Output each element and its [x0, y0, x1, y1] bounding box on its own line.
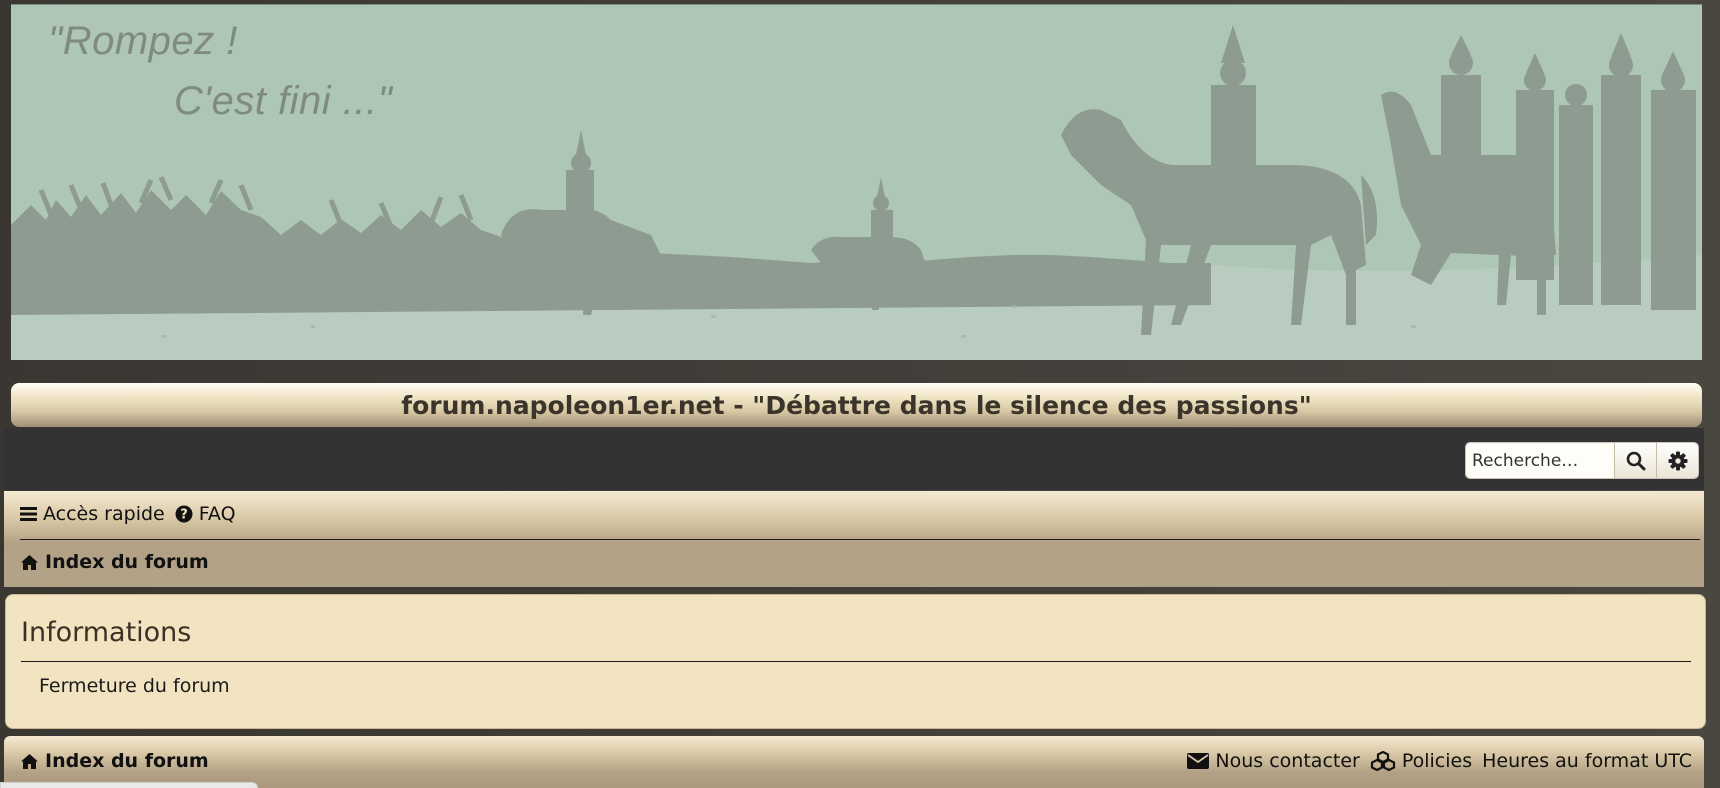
page: "Rompez ! C'est fini ..." forum.napoleon… — [0, 0, 1720, 788]
banner-quote-line1: "Rompez ! — [48, 19, 238, 63]
home-icon — [20, 554, 39, 571]
search-input[interactable] — [1466, 443, 1614, 478]
panel-message: Fermeture du forum — [39, 675, 230, 697]
footer-breadcrumb-label: Index du forum — [45, 750, 209, 772]
advanced-search-button[interactable] — [1656, 443, 1698, 478]
policies-label: Policies — [1401, 750, 1473, 772]
footer-breadcrumb-forum-index[interactable]: Index du forum — [20, 750, 209, 772]
envelope-icon — [1187, 753, 1210, 769]
faq-link[interactable]: ? FAQ — [175, 503, 236, 525]
search-button[interactable] — [1614, 443, 1656, 478]
navbar-quick-links: Accès rapide ? FAQ — [20, 503, 236, 525]
navbar: Accès rapide ? FAQ Index du forum — [4, 491, 1704, 587]
header-banner[interactable]: "Rompez ! C'est fini ..." — [11, 4, 1702, 360]
home-icon — [20, 753, 39, 770]
footer-links: Nous contacter Policies Heures au format… — [1187, 750, 1692, 772]
search-box — [1466, 443, 1698, 478]
cubes-icon — [1370, 751, 1396, 771]
question-circle-icon: ? — [175, 505, 193, 523]
breadcrumb-forum-index[interactable]: Index du forum — [20, 551, 209, 573]
quick-access-menu[interactable]: Accès rapide — [20, 503, 165, 525]
horizontal-scrollbar[interactable] — [0, 782, 258, 788]
site-title-bar: forum.napoleon1er.net - "Débattre dans l… — [11, 383, 1702, 427]
information-panel: Informations Fermeture du forum — [5, 594, 1706, 729]
timezone-info: Heures au format UTC — [1482, 750, 1692, 772]
banner-silhouette-image — [11, 25, 1702, 360]
faq-label: FAQ — [198, 503, 236, 525]
search-icon — [1626, 451, 1646, 471]
timezone-label: Heures au format UTC — [1482, 750, 1692, 772]
quick-access-label: Accès rapide — [43, 503, 165, 525]
gear-icon — [1668, 451, 1688, 471]
policies-link[interactable]: Policies — [1370, 750, 1472, 772]
contact-label: Nous contacter — [1215, 750, 1360, 772]
bars-icon — [20, 506, 37, 522]
banner-quote-line2: C'est fini ..." — [174, 79, 393, 123]
panel-divider — [21, 661, 1691, 662]
site-title[interactable]: forum.napoleon1er.net - "Débattre dans l… — [401, 391, 1312, 420]
footer-navbar: Index du forum Nous contacter Policies H… — [4, 736, 1704, 788]
contact-link[interactable]: Nous contacter — [1187, 750, 1360, 772]
svg-text:?: ? — [180, 508, 188, 523]
search-strip — [4, 428, 1704, 490]
breadcrumb-label: Index du forum — [45, 551, 209, 573]
navbar-divider — [20, 539, 1700, 540]
panel-heading: Informations — [21, 617, 192, 648]
